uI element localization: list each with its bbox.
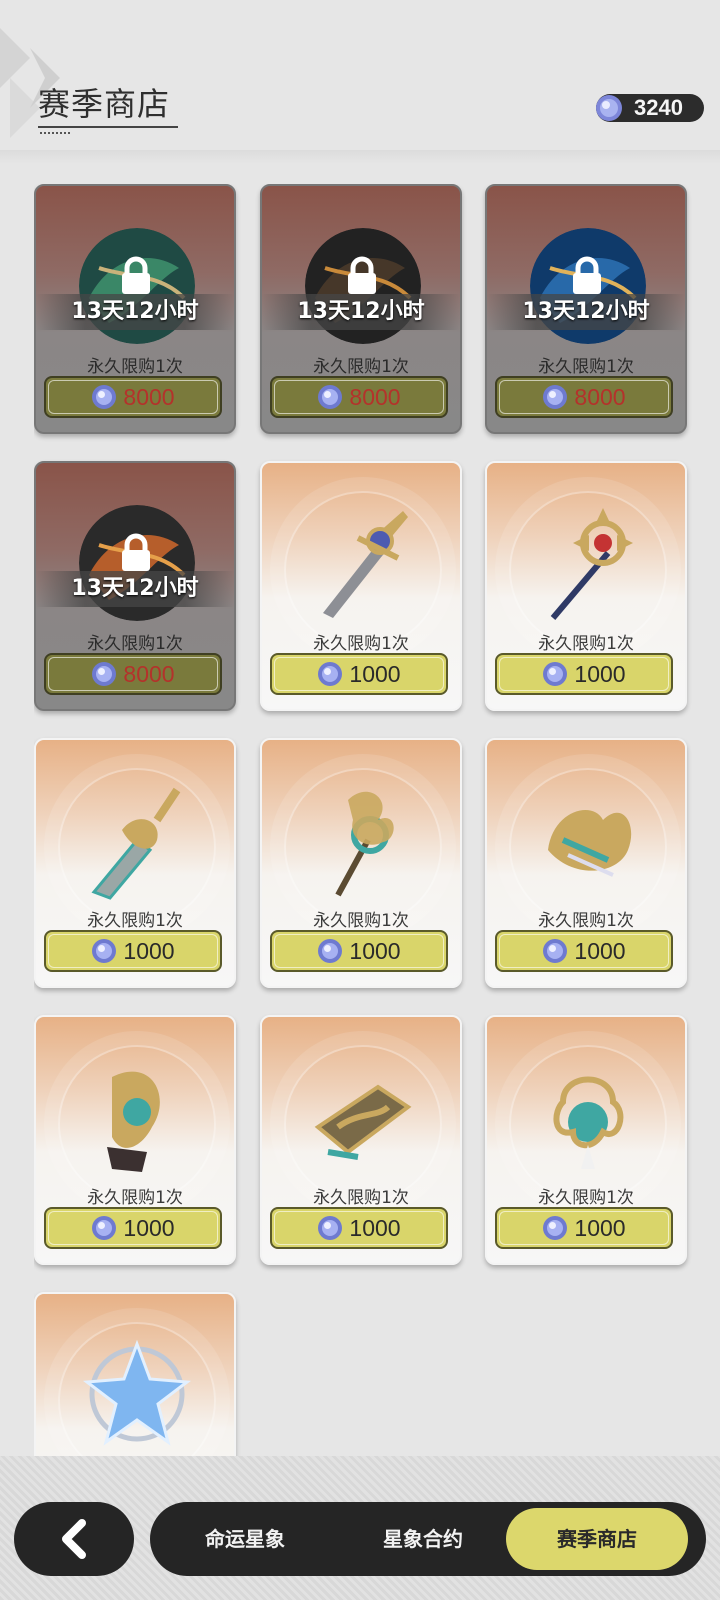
shop-item-card[interactable]: 永久限购1次 1000 (485, 1015, 687, 1265)
price-button[interactable]: 1000 (495, 1207, 673, 1249)
price-value: 1000 (574, 1214, 626, 1241)
purchase-limit: 永久限购1次 (87, 634, 183, 654)
shop-item-card[interactable]: 13天12小时永久限购1次 8000 (34, 184, 236, 434)
time-remaining: 13天12小时 (36, 294, 234, 330)
price-button[interactable]: 1000 (44, 1207, 222, 1249)
shop-item-card[interactable]: 13天12小时永久限购1次 8000 (260, 184, 462, 434)
price-value: 8000 (574, 383, 626, 410)
back-button[interactable] (14, 1502, 134, 1576)
stardust-coin-icon (543, 385, 568, 409)
price-button[interactable]: 1000 (495, 653, 673, 695)
purchase-limit: 永久限购1次 (538, 911, 634, 931)
stardust-coin-icon (543, 1216, 568, 1240)
lock-icon (348, 256, 376, 294)
shop-item-card[interactable]: 永久限购1次 1000 (34, 1015, 236, 1265)
shop-item-card[interactable]: 永久限购1次 1000 (34, 738, 236, 988)
stardust-coin-icon (318, 1216, 343, 1240)
purchase-limit: 永久限购1次 (538, 1188, 634, 1208)
purchase-limit: 永久限购1次 (87, 911, 183, 931)
stardust-coin-icon (318, 385, 343, 409)
price-button[interactable]: 1000 (270, 930, 448, 972)
purchase-limit: 永久限购1次 (313, 911, 409, 931)
sword-icon (308, 503, 418, 623)
stardust-coin-icon (92, 1216, 117, 1240)
tab-fate-stars[interactable]: 命运星象 (160, 1502, 330, 1576)
price-value: 1000 (574, 937, 626, 964)
stardust-coin-icon (318, 662, 343, 686)
page-title: 赛季商店 (38, 85, 171, 123)
purchase-limit: 永久限购1次 (313, 634, 409, 654)
lock-icon (122, 533, 150, 571)
staff-icon (533, 503, 643, 623)
price-button[interactable]: 1000 (44, 930, 222, 972)
price-value: 1000 (574, 660, 626, 687)
chevron-left-icon (62, 1519, 86, 1559)
catalyst-orb-icon (533, 1057, 643, 1177)
purchase-limit: 永久限购1次 (313, 357, 409, 377)
price-button[interactable]: 8000 (495, 376, 673, 418)
title-dots (40, 132, 70, 134)
purchase-limit: 永久限购1次 (87, 357, 183, 377)
stardust-coin-icon (543, 939, 568, 963)
price-value: 8000 (123, 660, 175, 687)
shop-item-card[interactable]: 永久限购1次 1000 (260, 738, 462, 988)
stardust-coin-icon (318, 939, 343, 963)
price-value: 1000 (123, 1214, 175, 1241)
shop-item-card[interactable]: 13天12小时永久限购1次 8000 (485, 184, 687, 434)
stardust-coin-icon (596, 95, 622, 121)
shop-item-card[interactable]: 永久限购1次 1000 (485, 738, 687, 988)
title-underline (38, 126, 178, 128)
crystal-star-icon (82, 1334, 192, 1454)
price-value: 8000 (349, 383, 401, 410)
time-remaining: 13天12小时 (36, 571, 234, 607)
time-remaining: 13天12小时 (262, 294, 460, 330)
price-value: 8000 (123, 383, 175, 410)
price-button[interactable]: 1000 (495, 930, 673, 972)
lock-icon (122, 256, 150, 294)
shop-item-grid: 13天12小时 永久限购1次 8000 13天12小时 永久限购1次 8000 13天12小… (34, 184, 698, 1470)
polearm-icon (533, 780, 643, 900)
stardust-coin-icon (92, 939, 117, 963)
currency-amount: 3240 (634, 95, 683, 120)
stardust-coin-icon (92, 385, 117, 409)
shop-item-card[interactable]: 13天12小时永久限购1次 8000 (34, 461, 236, 711)
purchase-limit: 永久限购1次 (538, 634, 634, 654)
price-button[interactable]: 8000 (270, 376, 448, 418)
tab-star-contract[interactable]: 星象合约 (338, 1502, 508, 1576)
tab-season-shop[interactable]: 赛季商店 (506, 1508, 688, 1570)
price-button[interactable]: 1000 (270, 653, 448, 695)
bow-icon (82, 1057, 192, 1177)
purchase-limit: 永久限购1次 (313, 1188, 409, 1208)
price-button[interactable]: 8000 (44, 376, 222, 418)
book-icon (308, 1057, 418, 1177)
price-value: 1000 (123, 937, 175, 964)
tab-bar: 命运星象 星象合约 赛季商店 (150, 1502, 706, 1576)
scepter-icon (308, 780, 418, 900)
purchase-limit: 永久限购1次 (538, 357, 634, 377)
page-title-area: 赛季商店 (38, 84, 178, 134)
price-button[interactable]: 8000 (44, 653, 222, 695)
greatsword-icon (82, 780, 192, 900)
shop-item-card[interactable] (34, 1292, 236, 1470)
price-value: 1000 (349, 937, 401, 964)
time-remaining: 13天12小时 (487, 294, 685, 330)
price-value: 1000 (349, 1214, 401, 1241)
currency-display: 3240 (596, 94, 704, 122)
price-button[interactable]: 1000 (270, 1207, 448, 1249)
stardust-coin-icon (543, 662, 568, 686)
price-value: 1000 (349, 660, 401, 687)
shop-item-card[interactable]: 永久限购1次 1000 (260, 461, 462, 711)
lock-icon (573, 256, 601, 294)
stardust-coin-icon (92, 662, 117, 686)
header-divider (0, 150, 720, 164)
shop-item-card[interactable]: 永久限购1次 1000 (260, 1015, 462, 1265)
shop-item-card[interactable]: 永久限购1次 1000 (485, 461, 687, 711)
purchase-limit: 永久限购1次 (87, 1188, 183, 1208)
